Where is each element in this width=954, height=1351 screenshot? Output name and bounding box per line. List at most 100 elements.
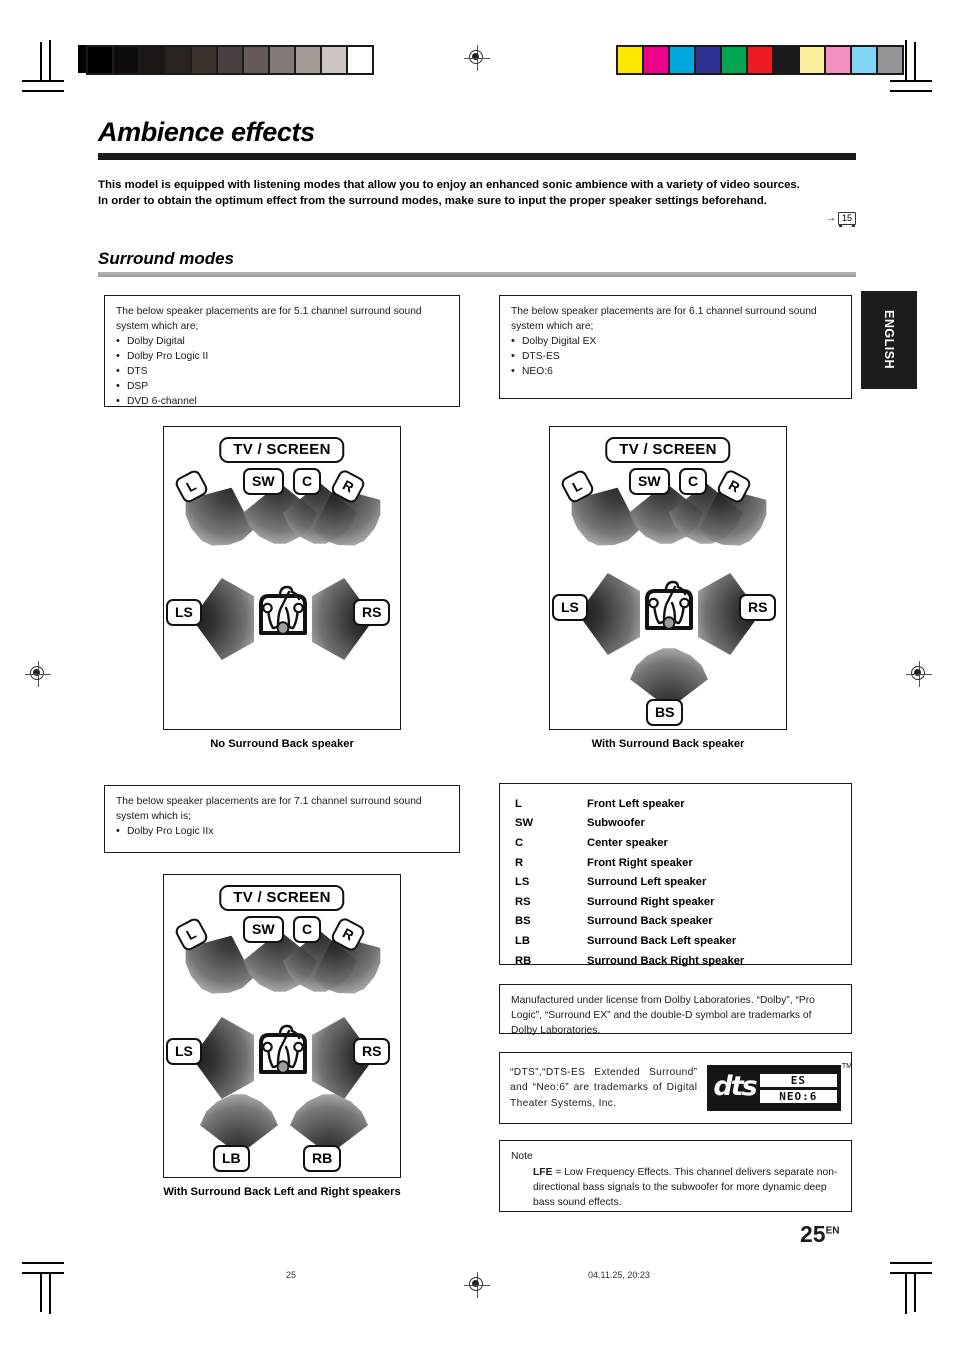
speaker-label-rb: RB [303, 1145, 342, 1172]
diagram-5-1: TV / SCREEN L SW C R LS RS [163, 426, 401, 730]
legend-key: LS [515, 876, 530, 889]
section-title: Surround modes [98, 249, 235, 269]
dts-logo-wordmark: dts [713, 1071, 757, 1102]
intro-line-1: This model is equipped with listening mo… [98, 178, 800, 191]
trademark-symbol: TM [841, 1063, 852, 1070]
legend-description: Surround Back Left speaker [587, 934, 737, 947]
crop-mark-tr-h [890, 80, 932, 82]
tv-screen-label: TV / SCREEN [219, 437, 345, 463]
legend-row: R Front Right speaker [500, 853, 851, 873]
list-item: Dolby Digital [116, 334, 448, 350]
speaker-label-rs: RS [739, 594, 777, 621]
legend-description: Front Right speaker [587, 856, 693, 869]
legend-description: Surround Right speaker [587, 895, 715, 908]
calibration-swatch [348, 47, 372, 73]
info-box-7-1-intro: The below speaker placements are for 7.1… [116, 796, 422, 822]
crop-mark-tl-v2 [40, 42, 42, 82]
crop-mark-bl-v2 [40, 1272, 42, 1312]
info-box-7-1-list: Dolby Pro Logic IIx [116, 824, 448, 840]
registration-target-bottom [464, 1272, 490, 1298]
dts-logo: dts ES NEO:6 TM [707, 1063, 852, 1111]
language-tab: ENGLISH [861, 291, 917, 389]
calibration-swatch [800, 47, 824, 73]
list-item: Dolby Digital EX [511, 334, 840, 350]
speaker-label-bs: BS [646, 699, 684, 726]
speaker-label-ls: LS [166, 599, 202, 626]
crop-mark-tl-v [49, 40, 51, 82]
color-calibration-bar [616, 45, 904, 75]
arrow-right-icon: → [825, 213, 836, 225]
calibration-swatch [244, 47, 268, 73]
calibration-swatch [166, 47, 190, 73]
crop-mark-br-h [890, 1272, 932, 1274]
calibration-swatch [774, 47, 798, 73]
speaker-label-c: C [293, 916, 322, 943]
speaker-label-sw: SW [629, 468, 670, 495]
dts-notice-box: “DTS”,“DTS-ES Extended Surround” and “Ne… [499, 1052, 852, 1124]
speaker-label-sw: SW [243, 468, 284, 495]
speaker-label-rs: RS [353, 599, 391, 626]
reference-page-badge: 15 [837, 212, 856, 228]
info-box-6-1-intro: The below speaker placements are for 6.1… [511, 306, 817, 332]
list-item: DSP [116, 379, 448, 395]
diagram-7-1-wrapper: TV / SCREEN L SW C R LS RS LB RB With Su… [163, 874, 401, 1198]
info-box-6-1: The below speaker placements are for 6.1… [499, 295, 852, 399]
info-box-7-1: The below speaker placements are for 7.1… [104, 785, 460, 853]
calibration-swatch [696, 47, 720, 73]
speaker-label-c: C [293, 468, 322, 495]
registration-target-top [464, 45, 490, 71]
speaker-label-c: C [679, 468, 708, 495]
note-abbreviation: LFE [533, 1166, 553, 1178]
diagram-5-1-caption: No Surround Back speaker [210, 738, 354, 750]
legend-row: BS Surround Back speaker [500, 912, 851, 932]
diagram-5-1-wrapper: TV / SCREEN L SW C R LS RS No Surround B… [163, 426, 401, 750]
intro-line-2: In order to obtain the optimum effect fr… [98, 194, 767, 207]
registration-target-right [906, 661, 932, 687]
diagram-6-1-wrapper: TV / SCREEN L SW C R LS RS BS With Surro… [549, 426, 787, 750]
crop-mark-bl-h [22, 1272, 64, 1274]
title-rule [98, 152, 856, 160]
list-item: DTS [116, 364, 448, 380]
legend-key: RS [515, 895, 531, 908]
calibration-swatch [218, 47, 242, 73]
info-box-5-1-list: Dolby Digital Dolby Pro Logic II DTS DSP… [116, 334, 448, 410]
crop-mark-tl-h2 [22, 90, 64, 92]
crop-mark-tr-v2 [914, 42, 916, 82]
legend-key: R [515, 856, 524, 869]
crop-mark-br-h2 [890, 1262, 932, 1264]
list-item: DTS-ES [511, 349, 840, 365]
legend-row: RS Surround Right speaker [500, 892, 851, 912]
legend-row: LB Surround Back Left speaker [500, 931, 851, 951]
list-item: Dolby Pro Logic II [116, 349, 448, 365]
legend-key: L [515, 797, 522, 810]
speaker-label-lb: LB [213, 1145, 250, 1172]
crop-mark-br-v2 [914, 1272, 916, 1312]
intro-paragraph: This model is equipped with listening mo… [98, 177, 856, 209]
lfe-note-box: Note LFE = Low Frequency Effects. This c… [499, 1140, 852, 1212]
registration-target-left [25, 661, 51, 687]
legend-row: SW Subwoofer [500, 814, 851, 834]
calibration-swatch [88, 47, 112, 73]
crop-mark-tr-v [905, 40, 907, 82]
diagram-6-1: TV / SCREEN L SW C R LS RS BS [549, 426, 787, 730]
calibration-swatch [670, 47, 694, 73]
tv-screen-label: TV / SCREEN [219, 885, 345, 911]
speaker-label-ls: LS [552, 594, 588, 621]
legend-key: C [515, 836, 524, 849]
page-reference: → 15 [98, 212, 856, 228]
legend-description: Surround Back Right speaker [587, 954, 745, 967]
speaker-label-rs: RS [353, 1038, 391, 1065]
diagram-7-1-caption: With Surround Back Left and Right speake… [163, 1186, 401, 1198]
calibration-swatch [114, 47, 138, 73]
legend-row: LS Surround Left speaker [500, 872, 851, 892]
calibration-swatch [878, 47, 902, 73]
grayscale-calibration-bar [86, 45, 374, 75]
crop-mark-tr-h2 [890, 90, 932, 92]
legend-key: SW [515, 817, 534, 830]
info-box-5-1-intro: The below speaker placements are for 5.1… [116, 306, 422, 332]
diagram-6-1-caption: With Surround Back speaker [591, 738, 745, 750]
page-number-suffix: EN [825, 1225, 840, 1237]
legend-row: RB Surround Back Right speaker [500, 951, 851, 971]
legend-description: Front Left speaker [587, 797, 685, 810]
legend-table: L Front Left speaker SW Subwoofer C Center sp… [500, 794, 851, 970]
